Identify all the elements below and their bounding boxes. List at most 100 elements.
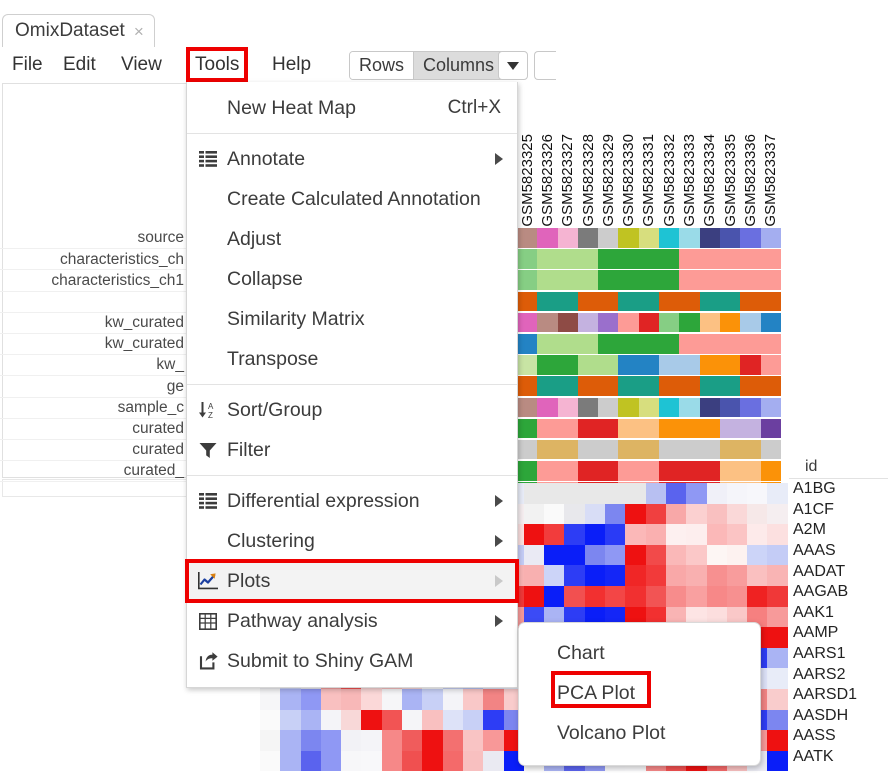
annotation-cell[interactable] [598, 333, 619, 354]
expression-cell[interactable] [665, 544, 687, 566]
expression-cell[interactable] [605, 585, 626, 607]
expression-cell[interactable] [564, 565, 585, 586]
annotation-cell[interactable] [740, 312, 761, 333]
annotation-cell[interactable] [719, 291, 741, 312]
expression-cell[interactable] [625, 524, 646, 545]
annotation-cell[interactable] [760, 333, 781, 354]
expression-cell[interactable] [523, 585, 545, 607]
menu-item-differential-expression[interactable]: Differential expression [187, 481, 517, 521]
annotation-cell[interactable] [679, 376, 700, 396]
annotation-cell[interactable] [618, 461, 639, 481]
expression-cell[interactable] [584, 524, 606, 545]
annotation-cell[interactable] [517, 376, 538, 396]
expression-cell[interactable] [544, 524, 565, 545]
rows-toggle-button[interactable]: Rows [350, 52, 415, 79]
annotation-cell[interactable] [719, 333, 741, 354]
annotation-cell[interactable] [517, 312, 538, 333]
annotation-cell[interactable] [699, 461, 720, 481]
expression-cell[interactable] [767, 688, 788, 710]
expression-cell[interactable] [544, 503, 565, 525]
expression-cell[interactable] [584, 585, 606, 607]
expression-cell[interactable] [523, 503, 545, 525]
annotation-cell[interactable] [679, 439, 700, 460]
expression-cell[interactable] [462, 688, 484, 710]
menu-item-submit-to-shiny-gam[interactable]: Submit to Shiny GAM [187, 641, 517, 681]
annotation-cell[interactable] [517, 291, 538, 312]
annotation-row-label[interactable]: characteristics_ch [0, 249, 186, 271]
expression-cell[interactable] [747, 483, 768, 504]
menu-item-sort-group[interactable]: A Z Sort/Group [187, 390, 517, 430]
expression-cell[interactable] [706, 483, 727, 504]
annotation-cell[interactable] [679, 397, 700, 418]
column-header[interactable]: GSM5823326 [537, 82, 557, 227]
annotation-cell[interactable] [760, 355, 781, 375]
toolbar-extra-button[interactable] [534, 51, 556, 80]
annotation-cell[interactable] [577, 397, 599, 418]
annotation-cell[interactable] [699, 439, 720, 460]
annotation-cell[interactable] [638, 355, 660, 375]
annotation-cell[interactable] [760, 397, 781, 418]
annotation-cell[interactable] [699, 312, 720, 333]
menubar-item-tools[interactable]: Tools [185, 47, 249, 82]
annotation-cell[interactable] [719, 355, 741, 375]
annotation-cell[interactable] [517, 355, 538, 375]
expression-cell[interactable] [686, 585, 707, 607]
annotation-cell[interactable] [577, 333, 599, 354]
expression-cell[interactable] [665, 483, 687, 504]
gene-row-label[interactable]: AASDH [789, 706, 888, 727]
annotation-cell[interactable] [618, 397, 639, 418]
column-header[interactable]: GSM5823334 [700, 82, 720, 227]
annotation-cell[interactable] [740, 355, 761, 375]
expression-cell[interactable] [584, 544, 606, 566]
annotation-cell[interactable] [618, 418, 639, 439]
annotation-cell[interactable] [537, 461, 558, 481]
expression-cell[interactable] [442, 709, 463, 731]
expression-cell[interactable] [544, 483, 565, 504]
menubar-item-help[interactable]: Help [266, 50, 317, 79]
annotation-cell[interactable] [719, 312, 741, 333]
annotation-cell[interactable] [760, 312, 781, 333]
annotation-cell[interactable] [537, 312, 558, 333]
annotation-cell[interactable] [598, 461, 619, 481]
annotation-cell[interactable] [638, 397, 660, 418]
annotation-cell[interactable] [699, 249, 720, 269]
expression-cell[interactable] [280, 688, 301, 710]
annotation-row-label[interactable]: kw_ [0, 355, 186, 377]
submenu-item-volcano-plot[interactable]: Volcano Plot [519, 713, 760, 753]
annotation-row-label[interactable]: curated_ [0, 461, 186, 483]
annotation-cell[interactable] [699, 333, 720, 354]
menu-item-filter[interactable]: Filter [187, 430, 517, 470]
annotation-cell[interactable] [638, 376, 660, 396]
annotation-cell[interactable] [598, 270, 619, 290]
annotation-cell[interactable] [638, 312, 660, 333]
expression-cell[interactable] [706, 565, 727, 586]
annotation-cell[interactable] [659, 461, 680, 481]
annotation-cell[interactable] [760, 461, 781, 481]
annotation-cell[interactable] [638, 249, 660, 269]
annotation-cell[interactable] [577, 312, 599, 333]
annotation-cell[interactable] [760, 439, 781, 460]
annotation-cell[interactable] [598, 291, 619, 312]
annotation-cell[interactable] [517, 418, 538, 439]
expression-cell[interactable] [584, 483, 606, 504]
expression-cell[interactable] [564, 524, 585, 545]
annotation-cell[interactable] [659, 249, 680, 269]
column-header[interactable]: GSM5823332 [659, 82, 679, 227]
annotation-cell[interactable] [557, 270, 578, 290]
gene-column-header[interactable]: id [789, 455, 888, 479]
annotation-cell[interactable] [557, 291, 578, 312]
expression-cell[interactable] [280, 730, 301, 751]
expression-cell[interactable] [523, 483, 545, 504]
annotation-cell[interactable] [517, 270, 538, 290]
expression-cell[interactable] [320, 750, 342, 772]
annotation-cell[interactable] [679, 333, 700, 354]
menubar-item-edit[interactable]: Edit [57, 50, 102, 79]
expression-cell[interactable] [280, 709, 301, 731]
expression-cell[interactable] [625, 503, 646, 525]
expression-cell[interactable] [665, 585, 687, 607]
expression-cell[interactable] [523, 524, 545, 545]
expression-cell[interactable] [483, 709, 504, 731]
annotation-cell[interactable] [557, 249, 578, 269]
column-header[interactable]: GSM5823327 [558, 82, 578, 227]
gene-row-label[interactable]: AARS1 [789, 644, 888, 665]
